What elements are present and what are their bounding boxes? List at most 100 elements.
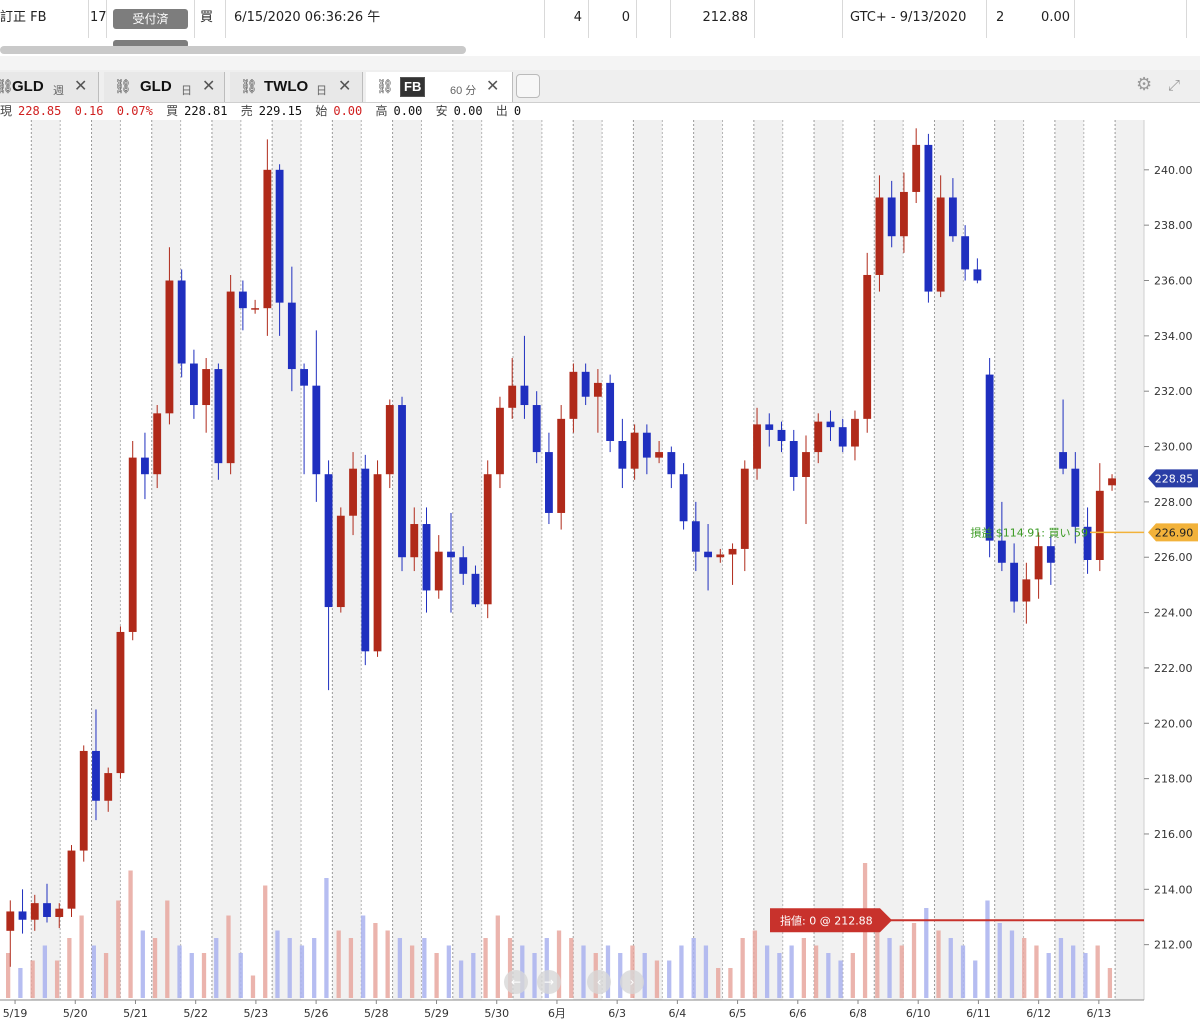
link-icon: ⛓ (240, 78, 258, 94)
session-shade (452, 120, 482, 1000)
candle-body (116, 631, 125, 774)
volume-bar (471, 953, 476, 998)
y-tick-label: 226.00 (1154, 551, 1193, 564)
tab-gld-daily[interactable]: ⛓ GLD 日 ✕ (104, 72, 225, 102)
volume-bar (789, 945, 794, 998)
y-tick-label: 220.00 (1154, 717, 1193, 730)
volume-bar (312, 938, 317, 998)
tab-twlo-daily[interactable]: ⛓ TWLO 日 ✕ (230, 72, 363, 102)
order-col-b: 0 (621, 10, 630, 25)
candle-body (373, 474, 382, 652)
candle-body (777, 429, 786, 442)
candle-body (471, 573, 480, 605)
candle-body (606, 382, 615, 442)
y-tick-label: 240.00 (1154, 164, 1193, 177)
candle-body (532, 405, 541, 453)
bid-price: 228.81 (184, 104, 228, 118)
session-shade (633, 120, 663, 1000)
candle-body (385, 405, 394, 475)
price-chart[interactable]: 212.00 214.00 216.00 218.00 220.00 222.00 224.… (0, 120, 1200, 1029)
candle-body (349, 468, 357, 516)
x-tick-label: 5/23 (244, 1007, 269, 1020)
candle-body (1010, 562, 1019, 602)
y-tick-label: 234.00 (1154, 330, 1193, 343)
x-tick-label: 6/5 (729, 1007, 747, 1020)
close-icon[interactable]: ✕ (338, 76, 351, 96)
session-shade (211, 120, 241, 1000)
candle-body (128, 457, 137, 632)
session-shade (31, 120, 61, 1000)
candle-body (985, 374, 994, 541)
candlestick-chart[interactable]: 212.00 214.00 216.00 218.00 220.00 222.00 224.… (0, 120, 1200, 1029)
y-tick-label: 232.00 (1154, 385, 1193, 398)
tab-gld-weekly[interactable]: ⛓ GLD 週 ✕ (0, 72, 99, 102)
gear-icon[interactable]: ⚙ (1136, 74, 1152, 95)
candle-body (887, 197, 896, 237)
volume-bar (1009, 930, 1015, 998)
volume-bar (250, 975, 256, 998)
session-shade (151, 120, 181, 1000)
candle-body (177, 280, 186, 364)
tab-period: 60 分 (450, 85, 477, 97)
x-tick-label: 5/30 (484, 1007, 509, 1020)
volume-bar (1022, 938, 1027, 998)
candle-body (287, 302, 296, 370)
volume-bar (642, 953, 647, 998)
tab-symbol: TWLO (264, 78, 309, 95)
candle-body (300, 369, 309, 386)
candle-body (900, 191, 908, 237)
tab-fb-60min[interactable]: ⛓ FB 60 分 ✕ (366, 72, 513, 102)
x-tick-label: 6/12 (1026, 1007, 1051, 1020)
new-tab-button[interactable] (516, 74, 540, 98)
position-pnl-label: 損益 $114.91: 買い 59 (970, 525, 1088, 539)
volume-bar (67, 938, 72, 998)
candle-body (618, 441, 627, 469)
volume-bar (385, 930, 390, 998)
expand-icon[interactable]: ⤢ (1168, 76, 1180, 94)
candle-body (398, 405, 406, 558)
candle-body (312, 385, 321, 475)
volume-bar (91, 945, 96, 998)
quote-bar: 現 228.85 0.16 0.07% 買 228.81 売 229.15 始 0.00… (0, 103, 1200, 120)
x-tick-label: 5/26 (304, 1007, 329, 1020)
close-icon[interactable]: ✕ (202, 76, 215, 96)
close-icon[interactable]: ✕ (486, 76, 499, 96)
x-tick-label: 5/22 (183, 1007, 208, 1020)
bid-label: 買 (166, 104, 179, 118)
tab-symbol: GLD (12, 78, 44, 95)
volume-bar (42, 945, 48, 998)
panel-divider[interactable] (0, 56, 1200, 71)
volume-value: 0 (513, 104, 522, 118)
volume-bar (397, 938, 403, 998)
close-icon[interactable]: ✕ (74, 76, 87, 96)
candle-body (642, 432, 651, 458)
chart-nav-icon: → (544, 975, 554, 989)
volume-bar (263, 885, 268, 998)
order-status-button[interactable]: 受付済 (113, 9, 188, 29)
volume-bar (911, 923, 917, 998)
volume-bar (581, 945, 586, 998)
x-tick-label: 6/10 (906, 1007, 931, 1020)
tab-period: 日 (316, 85, 327, 97)
session-shade (573, 120, 603, 1000)
tab-symbol-box[interactable]: FB (400, 77, 426, 97)
candle-body (740, 468, 749, 549)
volume-bar (813, 945, 819, 998)
change-value: 0.16 (74, 104, 104, 118)
candle-body (55, 908, 64, 917)
volume-bar (128, 870, 133, 998)
volume-bar (189, 953, 194, 998)
volume-bar (18, 968, 23, 998)
volume-bar (569, 938, 574, 998)
order-row[interactable]: 訂正 FB 17 受付済 買 6/15/2020 06:36:26 午 4 0 … (0, 0, 1200, 48)
volume-bar (6, 953, 11, 998)
y-tick-label: 216.00 (1154, 828, 1193, 841)
candle-body (324, 474, 333, 608)
horizontal-scrollbar[interactable] (0, 46, 466, 54)
x-tick-label: 5/28 (364, 1007, 389, 1020)
candle-body (704, 551, 712, 558)
chart-nav-icon: ← (511, 975, 521, 989)
order-side: 買 (200, 10, 214, 25)
y-tick-label: 224.00 (1154, 607, 1193, 620)
x-tick-label: 5/19 (3, 1007, 28, 1020)
